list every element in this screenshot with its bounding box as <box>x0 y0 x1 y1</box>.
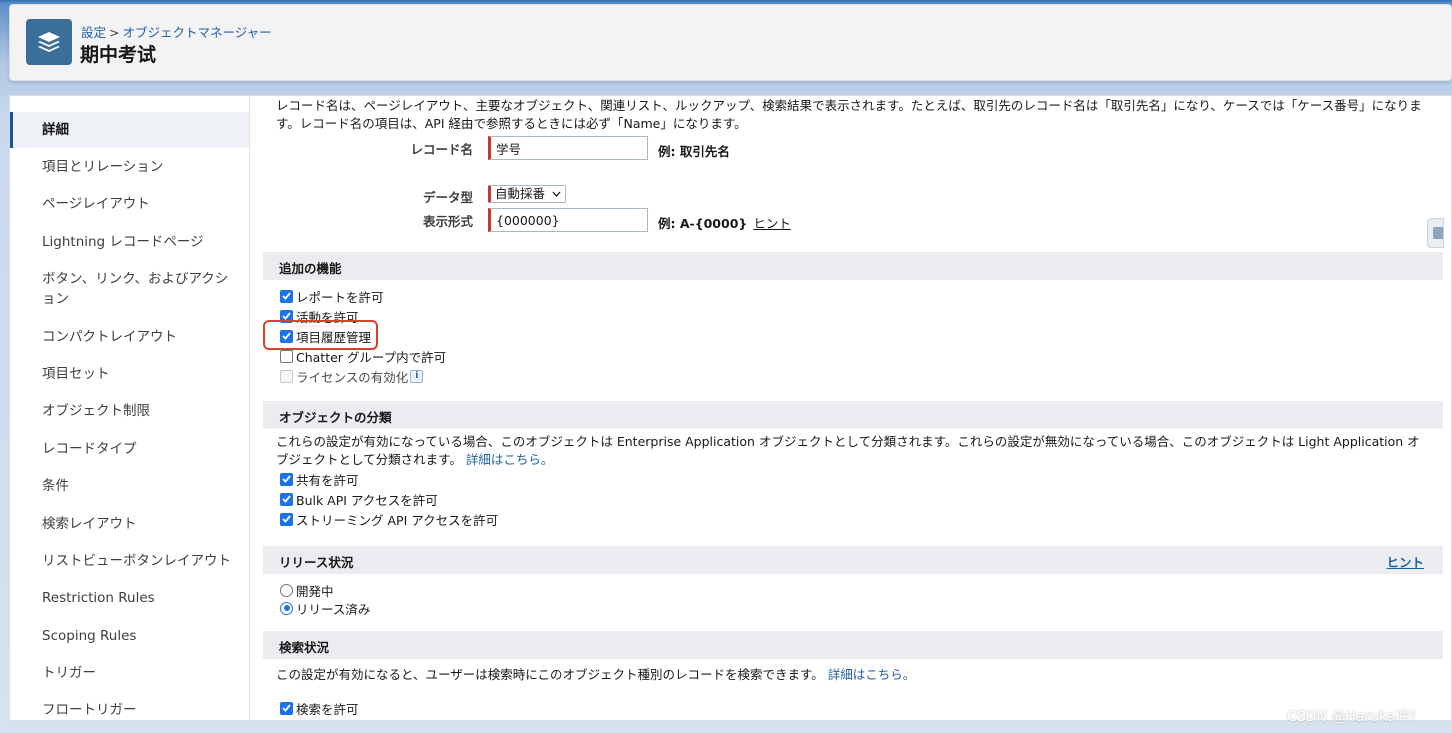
sidebar-item-details[interactable]: 詳細 <box>10 112 249 148</box>
object-header: 設定 > オブジェクトマネージャー 期中考试 <box>9 4 1452 81</box>
checkbox-unchecked-icon[interactable] <box>280 349 293 363</box>
object-classification-description: これらの設定が有効になっている場合、このオブジェクトは Enterprise A… <box>276 434 1420 467</box>
record-name-intro: レコード名は、ページレイアウト、主要なオブジェクト、関連リスト、ルックアップ、検… <box>276 98 1422 131</box>
sidebar-item-record-types[interactable]: レコードタイプ <box>10 439 249 459</box>
page-title: 期中考试 <box>80 44 157 66</box>
breadcrumb-object-manager-link[interactable]: オブジェクトマネージャー <box>123 25 272 40</box>
radio-unselected-icon[interactable] <box>280 583 293 597</box>
enable-licensing-label: ライセンスの有効化 <box>296 369 409 385</box>
allow-sharing-option[interactable]: 共有を許可 <box>263 469 1443 489</box>
deployed-option[interactable]: リリース済み <box>263 599 1443 617</box>
search-status-header: 検索状況 <box>263 631 1443 659</box>
display-format-input[interactable] <box>488 208 648 232</box>
allow-search-label: 検索を許可 <box>296 701 359 717</box>
radio-selected-icon[interactable] <box>280 601 293 615</box>
record-name-section: レコード名は、ページレイアウト、主要なオブジェクト、関連リスト、ルックアップ、検… <box>263 96 1443 252</box>
record-name-example: 例: 取引先名 <box>658 144 730 159</box>
sidebar-item-triggers[interactable]: トリガー <box>10 663 249 683</box>
allow-streaming-api-option[interactable]: ストリーミング API アクセスを許可 <box>263 509 1443 529</box>
record-name-label: レコード名 <box>410 142 473 157</box>
allow-in-chatter-groups-option[interactable]: Chatter グループ内で許可 <box>263 346 1443 366</box>
allow-in-chatter-groups-label: Chatter グループ内で許可 <box>296 349 447 365</box>
sidebar-item-field-sets[interactable]: 項目セット <box>10 364 249 384</box>
sidebar-item-list-view-button-layout[interactable]: リストビューボタンレイアウト <box>10 551 249 571</box>
datatype-select-value: 自動採番 <box>495 186 546 201</box>
allow-bulk-api-option[interactable]: Bulk API アクセスを許可 <box>263 489 1443 509</box>
track-field-history-label: 項目履歴管理 <box>296 329 372 345</box>
allow-streaming-api-label: ストリーミング API アクセスを許可 <box>296 512 499 528</box>
object-classification-section: これらの設定が有効になっている場合、このオブジェクトは Enterprise A… <box>263 429 1443 546</box>
chevron-down-icon <box>552 191 561 197</box>
object-classification-header: オブジェクトの分類 <box>263 401 1443 429</box>
allow-bulk-api-label: Bulk API アクセスを許可 <box>296 492 438 508</box>
deployment-status-section: 開発中 リリース済み <box>263 574 1443 631</box>
sidebar-item-flow-triggers[interactable]: フロートリガー <box>10 700 249 720</box>
allow-activities-option[interactable]: 活動を許可 <box>263 306 1443 326</box>
deployment-status-hint-link[interactable]: ヒント <box>1386 552 1424 571</box>
checkbox-checked-icon[interactable] <box>280 472 293 486</box>
sidebar-item-scoping-rules[interactable]: Scoping Rules <box>10 626 249 646</box>
checkbox-disabled-icon <box>280 369 293 383</box>
sidebar-item-conditions[interactable]: 条件 <box>10 476 249 496</box>
checkbox-checked-icon[interactable] <box>280 329 293 343</box>
datatype-select[interactable]: 自動採番 <box>488 185 566 203</box>
record-name-input[interactable] <box>488 136 648 160</box>
sidebar-item-fields-relationships[interactable]: 項目とリレーション <box>10 157 249 177</box>
sidebar-item-compact-layouts[interactable]: コンパクトレイアウト <box>10 327 249 347</box>
breadcrumb-setup-link[interactable]: 設定 <box>81 25 106 40</box>
checkbox-checked-icon[interactable] <box>280 309 293 323</box>
allow-reports-label: レポートを許可 <box>296 289 384 305</box>
checkbox-checked-icon[interactable] <box>280 701 293 715</box>
datatype-label: データ型 <box>422 190 473 205</box>
info-icon[interactable]: i <box>410 369 424 383</box>
allow-search-option[interactable]: 検索を許可 <box>263 698 1443 718</box>
checkbox-checked-icon[interactable] <box>280 492 293 506</box>
breadcrumb: 設定 > オブジェクトマネージャー <box>81 22 272 41</box>
search-status-section: この設定が有効になると、ユーザーは検索時にこのオブジェクト種別のレコードを検索で… <box>263 659 1443 720</box>
allow-sharing-label: 共有を許可 <box>296 472 359 488</box>
sidebar-item-object-limits[interactable]: オブジェクト制限 <box>10 401 249 421</box>
allow-reports-option[interactable]: レポートを許可 <box>263 286 1443 306</box>
in-development-option[interactable]: 開発中 <box>263 581 1443 599</box>
format-hint-link[interactable]: ヒント <box>753 216 791 231</box>
sidebar-item-buttons-links-actions[interactable]: ボタン、リンク、およびアクション <box>10 269 249 309</box>
in-development-label: 開発中 <box>296 583 334 599</box>
additional-features-header: 追加の機能 <box>263 252 1443 280</box>
deployment-status-header: リリース状況 ヒント <box>263 546 1443 574</box>
deployed-label: リリース済み <box>296 601 371 617</box>
additional-features-section: レポートを許可 活動を許可 項目履歴管理 Chatter グループ内で許可 ライ… <box>263 280 1443 401</box>
allow-activities-label: 活動を許可 <box>296 309 359 325</box>
checkbox-checked-icon[interactable] <box>280 512 293 526</box>
breadcrumb-separator: > <box>109 25 120 40</box>
sidebar-item-search-layouts[interactable]: 検索レイアウト <box>10 514 249 534</box>
detail-panel: レコード名は、ページレイアウト、主要なオブジェクト、関連リスト、ルックアップ、検… <box>263 96 1443 720</box>
checkbox-checked-icon[interactable] <box>280 289 293 303</box>
format-example-text: 例: A-{0000} <box>658 216 748 231</box>
track-field-history-option[interactable]: 項目履歴管理 <box>263 326 1443 346</box>
watermark: CSDN @Haruka冲！ <box>1287 709 1424 725</box>
format-label: 表示形式 <box>422 214 473 229</box>
object-classification-learn-more-link[interactable]: 詳細はこちら。 <box>466 452 554 467</box>
collapse-panel-handle[interactable] <box>1427 218 1444 248</box>
layers-icon <box>26 19 72 65</box>
content-card: 詳細 項目とリレーション ページレイアウト Lightning レコードページ … <box>9 95 1452 721</box>
sidebar-item-page-layouts[interactable]: ページレイアウト <box>10 194 249 214</box>
sidebar-item-lightning-record-pages[interactable]: Lightning レコードページ <box>10 232 249 252</box>
search-status-description: この設定が有効になると、ユーザーは検索時にこのオブジェクト種別のレコードを検索で… <box>276 667 916 682</box>
sidebar: 詳細 項目とリレーション ページレイアウト Lightning レコードページ … <box>10 96 250 720</box>
deployment-status-title: リリース状況 <box>279 555 354 570</box>
format-example: 例: A-{0000} ヒント <box>658 213 791 232</box>
enable-licensing-option: ライセンスの有効化 i <box>263 366 1443 386</box>
sidebar-item-restriction-rules[interactable]: Restriction Rules <box>10 588 249 608</box>
search-status-learn-more-link[interactable]: 詳細はこちら。 <box>828 667 916 682</box>
